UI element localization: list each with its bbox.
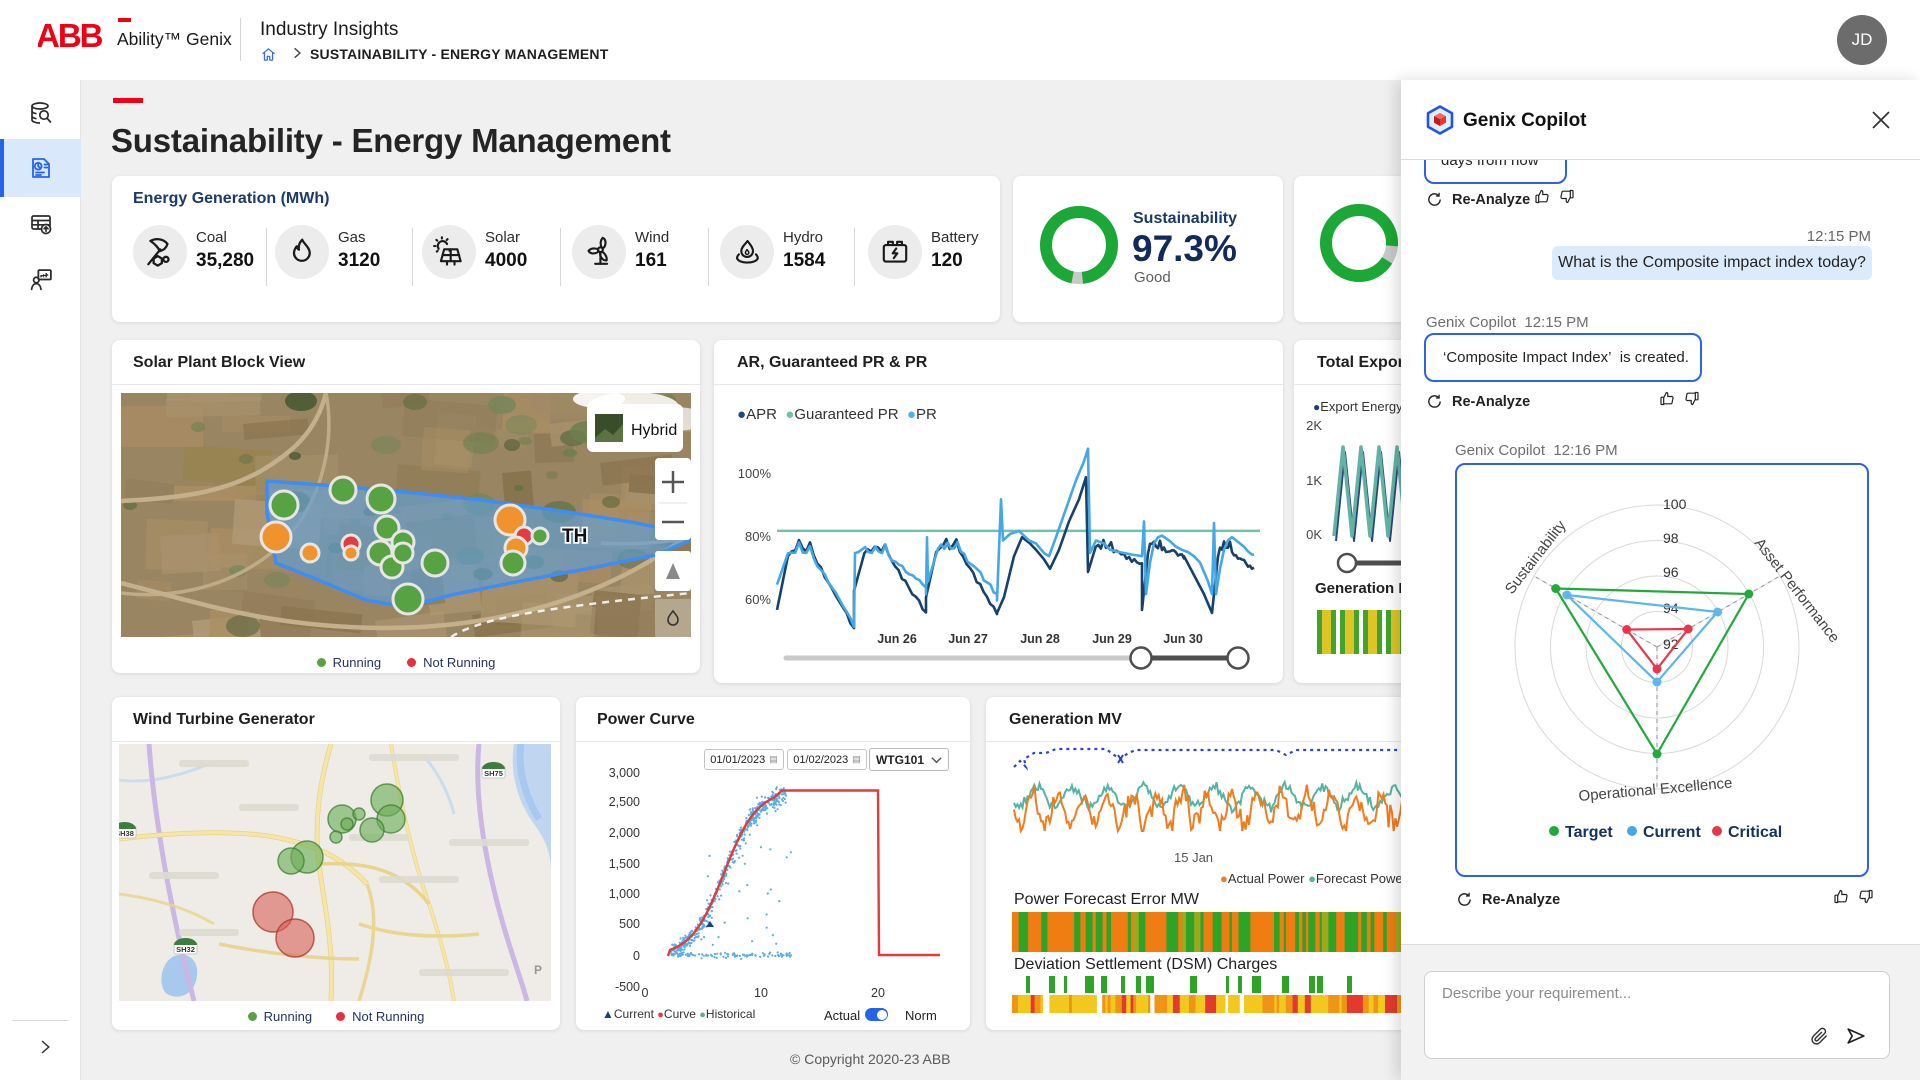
svg-text:TH: TH: [562, 526, 587, 547]
svg-text:Hydro: Hydro: [783, 229, 823, 246]
svg-text:Jun 27: Jun 27: [948, 632, 988, 646]
svg-text:Jun 26: Jun 26: [877, 632, 917, 646]
svg-text:3,000: 3,000: [609, 766, 640, 780]
svg-text:100: 100: [1663, 496, 1687, 512]
svg-text:Battery: Battery: [931, 229, 979, 246]
svg-text:2,500: 2,500: [609, 795, 640, 809]
svg-text:P: P: [534, 963, 542, 977]
svg-text:Coal: Coal: [196, 229, 227, 246]
svg-text:35,280: 35,280: [196, 250, 254, 271]
svg-text:96: 96: [1663, 564, 1679, 580]
svg-text:Operational Excellence: Operational Excellence: [1578, 775, 1733, 805]
svg-text:Wind: Wind: [635, 229, 669, 246]
svg-text:0: 0: [642, 986, 649, 1000]
svg-text:80%: 80%: [745, 529, 771, 544]
svg-text:2,000: 2,000: [609, 826, 640, 840]
svg-text:Solar: Solar: [485, 229, 520, 246]
svg-text:100%: 100%: [738, 466, 772, 481]
svg-text:Critical: Critical: [1728, 824, 1782, 841]
svg-text:120: 120: [931, 250, 963, 271]
svg-text:Asset Performance: Asset Performance: [1751, 535, 1843, 646]
svg-text:SH38: SH38: [119, 829, 134, 838]
svg-text:500: 500: [619, 917, 640, 931]
svg-text:2K: 2K: [1306, 418, 1322, 433]
svg-text:0K: 0K: [1306, 527, 1322, 542]
svg-text:Target: Target: [1565, 824, 1613, 841]
svg-text:10: 10: [754, 986, 768, 1000]
svg-text:SH75: SH75: [484, 769, 503, 778]
svg-text:4000: 4000: [485, 250, 527, 271]
svg-text:Hybrid: Hybrid: [631, 422, 677, 439]
svg-text:1K: 1K: [1306, 473, 1322, 488]
svg-text:Sustainability: Sustainability: [1502, 517, 1570, 598]
svg-text:60%: 60%: [745, 592, 771, 607]
svg-text:1,000: 1,000: [609, 887, 640, 901]
svg-text:1,500: 1,500: [609, 857, 640, 871]
svg-text:-500: -500: [615, 980, 640, 994]
svg-text:Jun 30: Jun 30: [1163, 632, 1203, 646]
svg-text:0: 0: [633, 949, 640, 963]
svg-text:3120: 3120: [338, 250, 380, 271]
svg-text:SH32: SH32: [176, 945, 195, 954]
svg-text:20: 20: [871, 986, 885, 1000]
svg-text:98: 98: [1663, 530, 1679, 546]
svg-text:ABB: ABB: [38, 22, 103, 50]
svg-text:161: 161: [635, 250, 667, 271]
svg-text:Jun 28: Jun 28: [1020, 632, 1060, 646]
svg-text:1584: 1584: [783, 250, 826, 271]
svg-text:Current: Current: [1643, 824, 1701, 841]
svg-text:Jun 29: Jun 29: [1092, 632, 1132, 646]
svg-text:Gas: Gas: [338, 229, 366, 246]
